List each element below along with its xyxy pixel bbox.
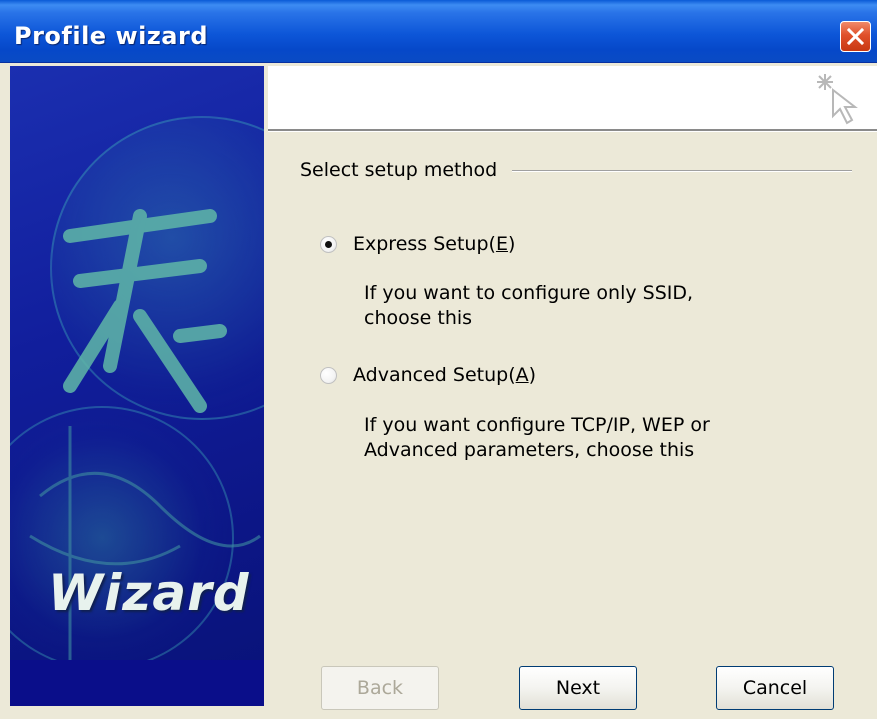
radio-express-setup[interactable]: Express Setup(E) xyxy=(320,231,515,257)
wizard-header xyxy=(268,66,877,129)
close-icon xyxy=(847,28,864,45)
header-separator xyxy=(268,129,877,132)
close-button[interactable] xyxy=(840,21,871,52)
description-line: If you want to configure only SSID, xyxy=(364,282,694,304)
banner-footer xyxy=(10,660,264,706)
cancel-button[interactable]: Cancel xyxy=(716,666,834,710)
group-separator xyxy=(512,170,852,172)
radio-button-icon[interactable] xyxy=(320,366,337,384)
description-line: Advanced parameters, choose this xyxy=(364,439,695,461)
express-description: If you want to configure only SSID, choo… xyxy=(364,281,693,331)
description-line: choose this xyxy=(364,307,473,329)
radio-button-icon[interactable] xyxy=(320,235,337,253)
window-title: Profile wizard xyxy=(14,22,209,50)
banner-wizard-text: Wizard xyxy=(48,564,250,622)
group-label: Select setup method xyxy=(300,159,498,181)
wizard-banner-image: Wizard xyxy=(10,66,264,706)
radio-express-label[interactable]: Express Setup(E) xyxy=(353,233,515,255)
profile-wizard-window: Profile wizard Wizard Select setup metho… xyxy=(0,0,877,719)
back-button[interactable]: Back xyxy=(321,666,439,710)
radio-selected-dot xyxy=(325,240,332,248)
advanced-description: If you want configure TCP/IP, WEP or Adv… xyxy=(364,413,710,463)
radio-advanced-setup[interactable]: Advanced Setup(A) xyxy=(320,362,536,388)
radio-advanced-label[interactable]: Advanced Setup(A) xyxy=(353,364,536,386)
next-button[interactable]: Next xyxy=(519,666,637,710)
description-line: If you want configure TCP/IP, WEP or xyxy=(364,414,710,436)
title-bar[interactable]: Profile wizard xyxy=(0,0,877,63)
wizard-wand-icon xyxy=(817,74,858,125)
